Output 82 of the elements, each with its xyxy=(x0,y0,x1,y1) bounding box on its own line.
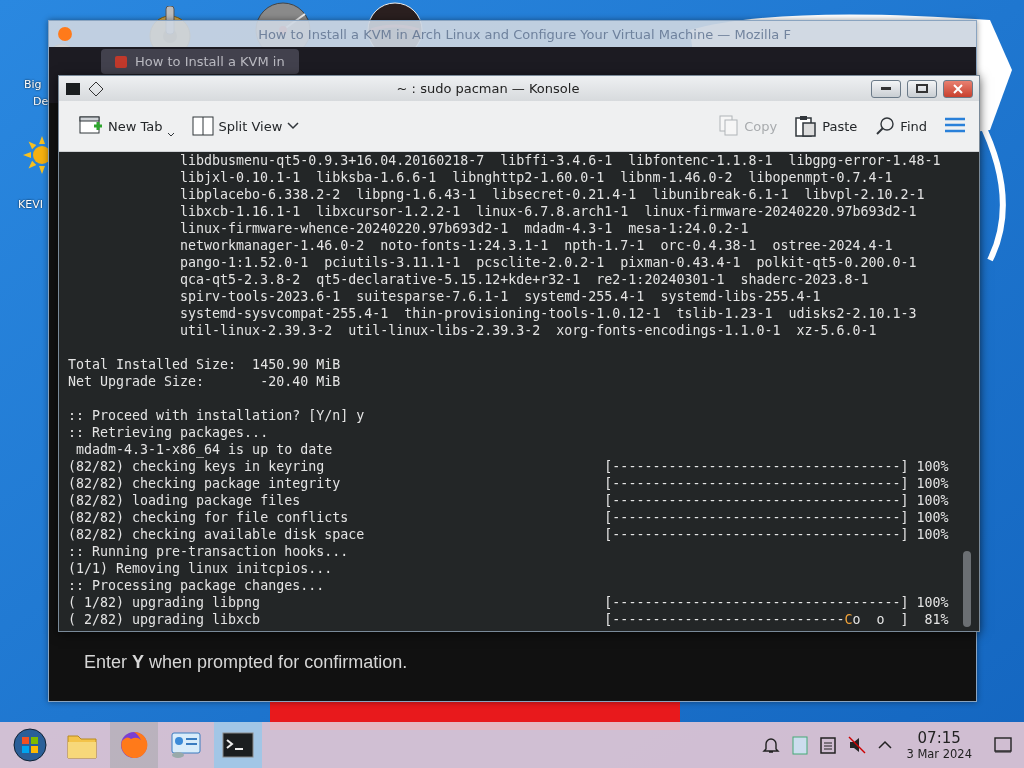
progress-percent: 81% xyxy=(923,611,949,628)
terminal-line: :: Running pre-transaction hooks... xyxy=(68,543,349,560)
scrollbar-thumb[interactable] xyxy=(963,551,971,627)
terminal-line: networkmanager-1.46.0-2 noto-fonts-1:24.3.1-1 npth-1.7-1 orc-0.4.38-1 ostree-2024.4-1 xyxy=(180,237,893,254)
notes-icon[interactable] xyxy=(820,736,837,754)
progress-percent: 100% xyxy=(915,458,949,475)
desktop-icon-label: Big xyxy=(24,78,42,91)
copy-icon xyxy=(719,115,740,137)
terminal-line: Net Upgrade Size: -20.40 MiB xyxy=(68,373,341,390)
progress-bar-text: [------------------------------------] xyxy=(604,492,909,509)
terminal-line: ( 2/82) upgrading libxcb xyxy=(68,611,262,628)
taskbar-button[interactable] xyxy=(214,722,262,768)
progress-percent: 100% xyxy=(915,509,949,526)
terminal-line: libjxl-0.10.1-1 libksba-1.6.6-1 libnghttp2-1.60.0-1 libnm-1.46.0-2 libopenmpt-0.7.4-1 xyxy=(180,169,893,186)
terminal-line: pango-1:1.52.0-1 pciutils-3.11.1-1 pcsclite-2.0.2-1 pixman-0.43.4-1 polkit-qt5-0.200.0-1 xyxy=(180,254,917,271)
progress-bar-text: [------------------------------------] xyxy=(604,526,909,543)
clock[interactable]: 07:15 3 Mar 2024 xyxy=(906,729,972,761)
clock-time: 07:15 xyxy=(917,729,961,747)
progress-bar-text: [------------------------------------] xyxy=(604,475,909,492)
terminal-line: :: Processing package changes... xyxy=(68,577,325,594)
terminal-line: libdbusmenu-qt5-0.9.3+16.04.20160218-7 libffi-3.4.6-1 libfontenc-1.1.8-1 libgpg-error-1.48-1 xyxy=(180,152,941,169)
browser-tab[interactable]: How to Install a KVM in xyxy=(101,49,299,74)
terminal-icon xyxy=(65,81,81,96)
toolbar-button[interactable]: Find xyxy=(873,114,929,138)
terminal-line: (82/82) checking keys in keyring xyxy=(68,458,326,475)
progress-percent: 100% xyxy=(915,526,949,543)
progress-percent: 100% xyxy=(915,594,949,611)
caret-icon xyxy=(167,133,174,137)
terminal-line: (82/82) checking available disk space xyxy=(68,526,366,543)
minimize-icon xyxy=(881,87,891,90)
settings-icon xyxy=(170,730,202,760)
terminal-line: libplacebo-6.338.2-2 libpng-1.6.43-1 libsecret-0.21.4-1 libunibreak-6.1-1 libvpl-2.10.2-1 xyxy=(180,186,925,203)
progress-percent: 100% xyxy=(915,492,949,509)
terminal-icon xyxy=(222,732,254,758)
terminal-line: Total Installed Size: 1450.90 MiB xyxy=(68,356,341,373)
terminal-line: libxcb-1.16.1-1 libxcursor-1.2.2-1 linux-6.7.8.arch1-1 linux-firmware-20240220.97b693d2-1 xyxy=(180,203,917,220)
maximize-icon xyxy=(916,84,928,93)
progress-bar-text: [------------------------------------] xyxy=(604,509,909,526)
muted-speaker-icon[interactable] xyxy=(848,736,867,754)
terminal-line: mdadm-4.3-1-x86_64 is up to date xyxy=(75,441,333,458)
paste-icon xyxy=(795,115,818,137)
terminal-line: systemd-sysvcompat-255.4-1 thin-provisioning-tools-1.0.12-1 tslib-1.23-1 udisks2-2.10.1-3 xyxy=(180,305,917,322)
pacman-glyph: C xyxy=(844,611,853,628)
terminal-line: qca-qt5-2.3.8-2 qt5-declarative-5.15.12+kde+r32-1 re2-1:20240301-1 shaderc-2023.8-1 xyxy=(180,271,869,288)
bell-icon[interactable] xyxy=(762,736,781,754)
terminal-line: (82/82) loading package files xyxy=(68,492,302,509)
window-title: ~ : sudo pacman — Konsole xyxy=(395,81,581,96)
search-icon xyxy=(875,116,896,136)
clock-date: 3 Mar 2024 xyxy=(906,746,972,761)
progress-bar-text: [------------------------------------] xyxy=(604,594,909,611)
minimize-button[interactable] xyxy=(871,79,901,98)
close-icon xyxy=(953,83,963,94)
terminal-line: :: Proceed with installation? [Y/n] y xyxy=(68,407,365,424)
progress-bar-text: o o ] xyxy=(852,611,909,628)
new-tab-icon xyxy=(79,115,103,137)
windows-orb-icon xyxy=(13,728,47,762)
toolbar-button[interactable]: Split View xyxy=(189,114,302,138)
desktop-icon-label: KEVI xyxy=(18,198,43,211)
article-text: Enter Y when prompted for confirmation. xyxy=(84,652,409,673)
toolbar-button[interactable]: Paste xyxy=(793,113,860,139)
terminal-line: (82/82) checking package integrity xyxy=(68,475,342,492)
chevron-up-icon[interactable] xyxy=(878,740,893,750)
terminal-line: linux-firmware-whence-20240220.97b693d2-1 mdadm-4.3-1 mesa-1:24.0.2-1 xyxy=(180,220,749,237)
progress-bar-text: [----------------------------- xyxy=(604,611,845,628)
tab-favicon xyxy=(115,55,127,68)
toolbar-button[interactable]: New Tab xyxy=(77,113,176,139)
terminal-line: :: Retrieving packages... xyxy=(68,424,269,441)
maximize-button[interactable] xyxy=(907,79,937,98)
chevron-down-icon xyxy=(287,122,300,130)
close-button[interactable] xyxy=(943,79,973,98)
terminal-line: (1/1) Removing linux initcpios... xyxy=(68,560,333,577)
window-title: How to Install a KVM in Arch Linux and Configure Your Virtual Machine — Mozilla F xyxy=(257,26,792,42)
progress-bar-text: [------------------------------------] xyxy=(604,458,909,475)
terminal-line: (82/82) checking for file conflicts xyxy=(68,509,350,526)
terminal-line: ( 1/82) upgrading libpng xyxy=(68,594,262,611)
terminal-line: spirv-tools-2023.6-1 suitesparse-7.6.1-1 systemd-255.4-1 systemd-libs-255.4-1 xyxy=(180,288,821,305)
progress-percent: 100% xyxy=(915,475,949,492)
clipboard-icon[interactable] xyxy=(792,735,809,755)
terminal-line: util-linux-2.39.3-2 util-linux-libs-2.39.3-2 xorg-fonts-encodings-1.1.0-1 xz-5.6.0-1 xyxy=(180,322,877,339)
desktop-icon-label: De xyxy=(33,95,49,108)
show-desktop-icon[interactable] xyxy=(994,737,1012,753)
split-view-icon xyxy=(191,116,214,136)
